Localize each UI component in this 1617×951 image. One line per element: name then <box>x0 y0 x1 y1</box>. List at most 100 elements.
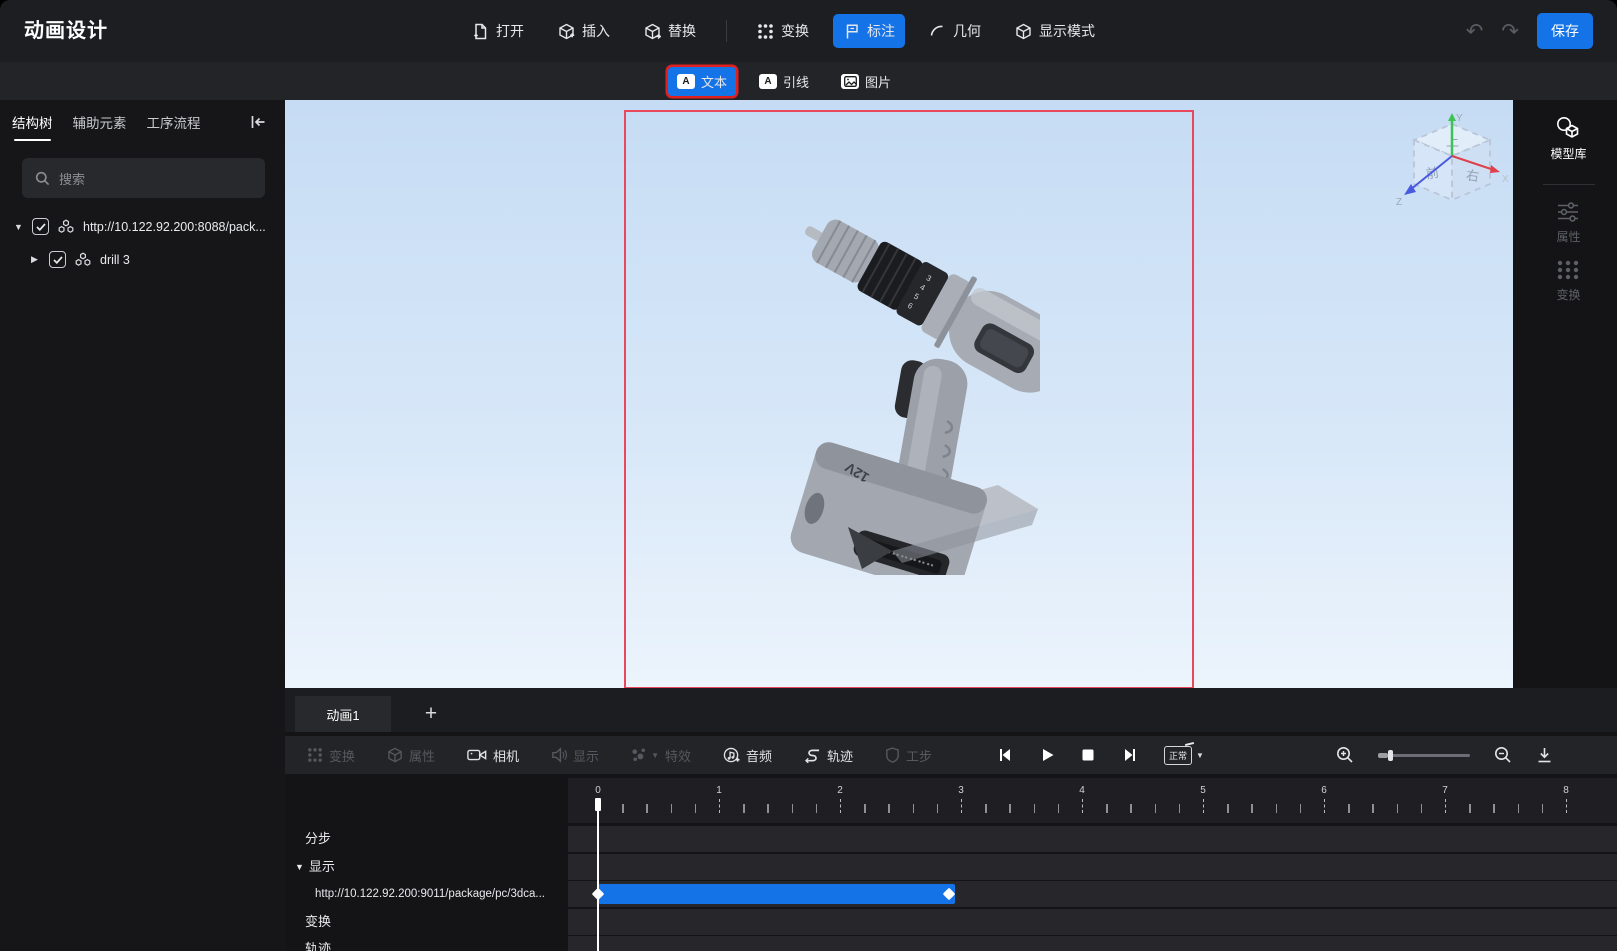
insert-button[interactable]: 插入 <box>548 14 620 48</box>
timeline-lane[interactable] <box>568 936 1617 951</box>
ruler-label: 4 <box>1079 785 1085 796</box>
timeline-ruler[interactable]: 0 1 2 3 4 5 6 7 8 <box>568 778 1617 823</box>
image-annotation-button[interactable]: 图片 <box>832 67 900 96</box>
timeline-row-label[interactable]: 变换 <box>285 909 568 935</box>
structure-sidebar: 结构树 辅助元素 工序流程 搜索 ▼ http://10.122.92.200:… <box>0 100 285 951</box>
redo-icon[interactable]: ↷ <box>1501 21 1519 42</box>
sliders-icon <box>1558 202 1579 222</box>
playback-controls: 正常 ▼ <box>997 736 1204 774</box>
row-label-text: http://10.122.92.200:9011/package/pc/3dc… <box>315 888 545 900</box>
geometry-button[interactable]: 几何 <box>919 14 991 48</box>
timeline-lane[interactable] <box>568 908 1617 935</box>
viewport-3d[interactable]: 3 4 5 6 12V 前 右 Y Z X <box>285 100 1513 688</box>
undo-icon[interactable]: ↶ <box>1466 21 1484 42</box>
leader-badge-icon: A <box>759 73 778 89</box>
caret-down-icon: ▼ <box>1196 750 1204 760</box>
toolbar-divider <box>726 20 727 42</box>
checkbox-checked-icon[interactable] <box>49 251 66 268</box>
timeline-row-label[interactable]: ▼ 显示 <box>285 854 568 880</box>
tl-audio-button[interactable]: 音频 <box>723 746 772 765</box>
search-input[interactable]: 搜索 <box>22 158 265 198</box>
zoom-in-icon[interactable] <box>1336 746 1354 764</box>
transform-button[interactable]: 变换 <box>747 14 819 48</box>
tree-row-package[interactable]: ▼ http://10.122.92.200:8088/pack... <box>14 218 266 235</box>
caret-right-icon[interactable]: ▶ <box>31 254 41 265</box>
speed-badge-icon: 正常 <box>1164 745 1193 765</box>
tl-track-button[interactable]: 轨迹 <box>804 746 853 765</box>
play-button[interactable] <box>1040 747 1055 763</box>
ruler-major-tick <box>1203 799 1204 813</box>
display-mode-button[interactable]: 显示模式 <box>1005 14 1105 48</box>
zoom-slider-handle[interactable] <box>1388 749 1393 761</box>
playback-speed-selector[interactable]: 正常 ▼ <box>1164 745 1204 765</box>
viewcube-face-right[interactable]: 右 <box>1465 168 1480 185</box>
view-cube[interactable]: 上 前 右 Y Z X <box>1390 110 1513 230</box>
timeline-row-label[interactable]: http://10.122.92.200:9011/package/pc/3dc… <box>285 881 568 907</box>
timeline-row-label[interactable]: 分步 <box>285 826 568 852</box>
tab-aux-elements[interactable]: 辅助元素 <box>73 112 127 141</box>
checkbox-checked-icon[interactable] <box>32 218 49 235</box>
transform-rail-button[interactable]: 变换 <box>1556 259 1581 303</box>
tl-audio-label: 音频 <box>746 748 773 764</box>
arc-icon <box>929 23 946 40</box>
clip-bar[interactable] <box>598 884 955 904</box>
sparkle-dots-icon <box>632 748 646 762</box>
tl-workstep-button[interactable]: 工步 <box>885 746 932 765</box>
annotation-mode-buttons: A 文本 A 引线 图片 <box>668 62 900 100</box>
video-camera-icon <box>467 749 487 761</box>
tree-row-drill[interactable]: ▶ drill 3 <box>31 251 130 268</box>
annotate-button[interactable]: 标注 <box>833 14 905 48</box>
animation-tab[interactable]: 动画1 <box>295 696 391 732</box>
ruler-minor-tick <box>888 804 890 813</box>
playhead[interactable] <box>595 798 601 951</box>
tl-display-button[interactable]: 显示 <box>551 746 599 765</box>
ruler-minor-tick <box>936 804 939 813</box>
timeline-lane[interactable] <box>568 826 1617 852</box>
axis-y-label: Y <box>1456 113 1463 124</box>
ruler-label: 0 <box>595 785 601 796</box>
shield-icon <box>886 747 899 763</box>
assembly-icon <box>58 219 74 233</box>
tab-process-flow[interactable]: 工序流程 <box>147 112 201 141</box>
timeline-tools: 变换 属性 相机 显示 ▼ 特效 音频 轨迹 工步 <box>307 736 932 774</box>
replace-button[interactable]: 替换 <box>634 14 706 48</box>
cube-plus-icon <box>558 23 575 40</box>
stop-button[interactable] <box>1081 748 1095 762</box>
tl-transform-button[interactable]: 变换 <box>307 746 355 765</box>
zoom-slider[interactable] <box>1378 749 1470 761</box>
ruler-minor-tick <box>815 804 818 813</box>
open-button[interactable]: 打开 <box>462 14 534 48</box>
tl-camera-button[interactable]: 相机 <box>467 746 519 765</box>
caret-down-icon[interactable]: ▼ <box>14 222 24 232</box>
ruler-minor-tick <box>1033 804 1036 813</box>
save-button[interactable]: 保存 <box>1537 13 1593 49</box>
model-library-button[interactable]: 模型库 <box>1550 116 1587 162</box>
export-download-icon[interactable] <box>1536 746 1553 764</box>
tl-properties-button[interactable]: 属性 <box>387 746 435 765</box>
zoom-out-icon[interactable] <box>1494 746 1512 764</box>
timeline-lane[interactable] <box>568 881 1617 907</box>
row-collapse-caret-icon[interactable]: ▼ <box>295 854 304 880</box>
rail-divider <box>1542 184 1595 185</box>
caret-down-icon: ▼ <box>651 750 659 760</box>
timeline-row-label[interactable]: 轨迹 <box>285 936 568 951</box>
search-icon <box>35 171 50 185</box>
skip-back-button[interactable] <box>997 747 1014 763</box>
tab-structure-tree[interactable]: 结构树 <box>12 112 53 141</box>
leader-annotation-button[interactable]: A 引线 <box>750 67 818 96</box>
add-animation-button[interactable]: + <box>413 696 449 732</box>
timeline-lane[interactable] <box>568 853 1617 880</box>
drill-3d-model[interactable]: 3 4 5 6 12V <box>790 195 1040 575</box>
text-annotation-button[interactable]: A 文本 <box>668 66 737 96</box>
audio-icon <box>723 747 740 762</box>
transform-rail-label: 变换 <box>1556 288 1581 302</box>
skip-forward-button[interactable] <box>1121 747 1138 763</box>
tree-node-label: drill 3 <box>100 252 130 267</box>
properties-button[interactable]: 属性 <box>1556 201 1581 245</box>
ruler-minor-tick <box>694 804 697 813</box>
transform-label: 变换 <box>781 23 809 39</box>
replace-label: 替换 <box>668 23 696 39</box>
ruler-minor-tick <box>1275 804 1278 813</box>
collapse-sidebar-icon[interactable] <box>249 114 267 130</box>
tl-effects-button[interactable]: ▼ 特效 <box>631 746 691 765</box>
